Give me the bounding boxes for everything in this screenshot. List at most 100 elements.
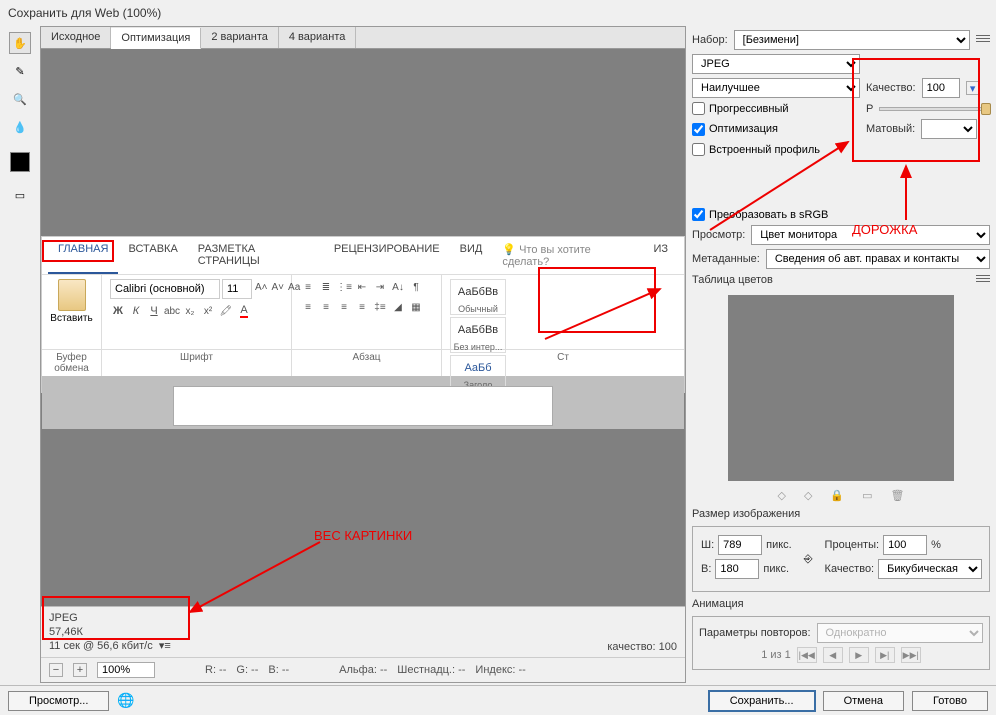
resample-select[interactable]: Бикубическая xyxy=(878,559,982,579)
italic-icon[interactable]: К xyxy=(128,303,144,319)
quality-input[interactable] xyxy=(922,78,960,98)
percent-input[interactable] xyxy=(883,535,927,555)
sort-icon[interactable]: A↓ xyxy=(390,279,406,295)
underline-icon[interactable]: Ч xyxy=(146,303,162,319)
tab-2up[interactable]: 2 варианта xyxy=(201,27,279,48)
zoom-tool-icon[interactable]: 🔍 xyxy=(9,88,31,110)
srgb-checkbox[interactable]: Преобразовать в sRGB xyxy=(692,208,990,221)
quality-dropdown-icon[interactable]: ▾ xyxy=(966,81,980,95)
word-tab-review[interactable]: РЕЦЕНЗИРОВАНИЕ xyxy=(324,237,450,274)
loop-label: Параметры повторов: xyxy=(699,627,811,639)
last-frame-icon[interactable]: ▶▶| xyxy=(901,647,921,663)
style-no-spacing[interactable]: АаБбВв Без интер... xyxy=(450,317,506,353)
align-left-icon[interactable]: ≡ xyxy=(300,299,316,315)
tab-optimized[interactable]: Оптимизация xyxy=(111,28,201,49)
format-select[interactable]: JPEG xyxy=(692,54,860,74)
first-frame-icon[interactable]: |◀◀ xyxy=(797,647,817,663)
px-label-2: пикс. xyxy=(763,563,789,575)
font-size-select[interactable] xyxy=(222,279,252,299)
justify-icon[interactable]: ≡ xyxy=(354,299,370,315)
tool-palette: ✋ ✎ 🔍 💧 ▭ xyxy=(0,26,40,683)
optimize-checkbox[interactable]: Оптимизация xyxy=(692,123,860,136)
shading-icon[interactable]: ◢ xyxy=(390,299,406,315)
tab-original[interactable]: Исходное xyxy=(41,27,111,48)
width-input[interactable] xyxy=(718,535,762,555)
percent-label: Проценты: xyxy=(825,539,880,551)
link-dimensions-icon[interactable]: ⎆ xyxy=(804,535,813,583)
tab-4up[interactable]: 4 варианта xyxy=(279,27,357,48)
style-normal[interactable]: АаБбВв Обычный xyxy=(450,279,506,315)
view-select[interactable]: Цвет монитора xyxy=(751,225,990,245)
multilevel-icon[interactable]: ⋮≡ xyxy=(336,279,352,295)
loop-select[interactable]: Однократно xyxy=(817,623,983,643)
ct-trash-icon[interactable]: 🗑 xyxy=(891,489,905,502)
font-color-icon[interactable]: А xyxy=(236,303,252,319)
bold-icon[interactable]: Ж xyxy=(110,303,126,319)
word-tab-layout[interactable]: РАЗМЕТКА СТРАНИЦЫ xyxy=(188,237,324,274)
status-b: B: -- xyxy=(268,664,289,676)
preview-button[interactable]: Просмотр... xyxy=(8,691,109,711)
profile-checkbox[interactable]: Встроенный профиль xyxy=(692,143,820,156)
word-tell-me[interactable]: 💡 Что вы хотите сделать? xyxy=(492,237,643,274)
ct-icon-3[interactable]: 🔒 xyxy=(830,489,844,502)
eyedropper-tool-icon[interactable]: 💧 xyxy=(9,116,31,138)
slice-tool-icon[interactable]: ✎ xyxy=(9,60,31,82)
browser-icon[interactable]: 🌐 xyxy=(117,692,134,709)
dialog-footer: Просмотр... 🌐 Сохранить... Отмена Готово xyxy=(0,685,996,715)
hand-tool-icon[interactable]: ✋ xyxy=(9,32,31,54)
color-table-menu-icon[interactable] xyxy=(976,273,990,287)
next-frame-icon[interactable]: ▶| xyxy=(875,647,895,663)
highlight-icon[interactable]: 🖍 xyxy=(218,303,234,319)
animation-panel: Параметры повторов: Однократно 1 из 1 |◀… xyxy=(692,616,990,670)
align-right-icon[interactable]: ≡ xyxy=(336,299,352,315)
blur-label: Р xyxy=(866,103,873,115)
ct-icon-2[interactable]: ◇ xyxy=(804,489,812,502)
slider-thumb-icon[interactable] xyxy=(981,103,991,115)
align-center-icon[interactable]: ≡ xyxy=(318,299,334,315)
matte-select[interactable] xyxy=(921,119,977,139)
decrease-font-icon[interactable]: A˅ xyxy=(271,279,286,295)
bullets-icon[interactable]: ≡ xyxy=(300,279,316,295)
height-input[interactable] xyxy=(715,559,759,579)
prev-frame-icon[interactable]: ◀ xyxy=(823,647,843,663)
preview-panel: Исходное Оптимизация 2 варианта 4 вариан… xyxy=(40,26,686,683)
preview-canvas: ГЛАВНАЯ ВСТАВКА РАЗМЕТКА СТРАНИЦЫ РЕЦЕНЗ… xyxy=(41,49,685,606)
zoom-out-icon[interactable]: − xyxy=(49,663,63,677)
word-tab-home[interactable]: ГЛАВНАЯ xyxy=(48,237,118,274)
indent-dec-icon[interactable]: ⇤ xyxy=(354,279,370,295)
done-button[interactable]: Готово xyxy=(912,691,988,711)
speed-menu-icon[interactable]: ▾≡ xyxy=(159,640,171,652)
word-tab-insert[interactable]: ВСТАВКА xyxy=(118,237,187,274)
ct-icon-4[interactable]: ▭ xyxy=(862,489,872,502)
toggle-slices-icon[interactable]: ▭ xyxy=(9,184,31,206)
show-marks-icon[interactable]: ¶ xyxy=(408,279,424,295)
numbering-icon[interactable]: ≣ xyxy=(318,279,334,295)
quality-preset-select[interactable]: Наилучшее xyxy=(692,78,860,98)
panel-menu-icon[interactable] xyxy=(976,33,990,47)
font-family-select[interactable] xyxy=(110,279,220,299)
increase-font-icon[interactable]: A˄ xyxy=(254,279,269,295)
group-paragraph-label: Абзац xyxy=(292,350,442,376)
zoom-level-select[interactable] xyxy=(97,662,155,678)
paste-button[interactable]: Вставить xyxy=(50,313,92,324)
image-size-label: Размер изображения xyxy=(692,506,990,522)
status-g: G: -- xyxy=(236,664,258,676)
subscript-icon[interactable]: x₂ xyxy=(182,303,198,319)
strike-icon[interactable]: abc xyxy=(164,303,180,319)
ct-icon-1[interactable]: ◇ xyxy=(777,489,785,502)
quality-slider[interactable] xyxy=(879,107,990,111)
metadata-select[interactable]: Сведения об авт. правах и контакты xyxy=(766,249,990,269)
progressive-checkbox[interactable]: Прогрессивный xyxy=(692,102,860,115)
foreground-swatch[interactable] xyxy=(10,152,30,172)
play-icon[interactable]: ▶ xyxy=(849,647,869,663)
borders-icon[interactable]: ▦ xyxy=(408,299,424,315)
paste-icon[interactable] xyxy=(58,279,86,311)
cancel-button[interactable]: Отмена xyxy=(823,691,904,711)
line-spacing-icon[interactable]: ‡≡ xyxy=(372,299,388,315)
save-button[interactable]: Сохранить... xyxy=(709,691,815,711)
superscript-icon[interactable]: x² xyxy=(200,303,216,319)
indent-inc-icon[interactable]: ⇥ xyxy=(372,279,388,295)
word-tab-view[interactable]: ВИД xyxy=(450,237,493,274)
zoom-in-icon[interactable]: + xyxy=(73,663,87,677)
preset-select[interactable]: [Безимени] xyxy=(734,30,970,50)
